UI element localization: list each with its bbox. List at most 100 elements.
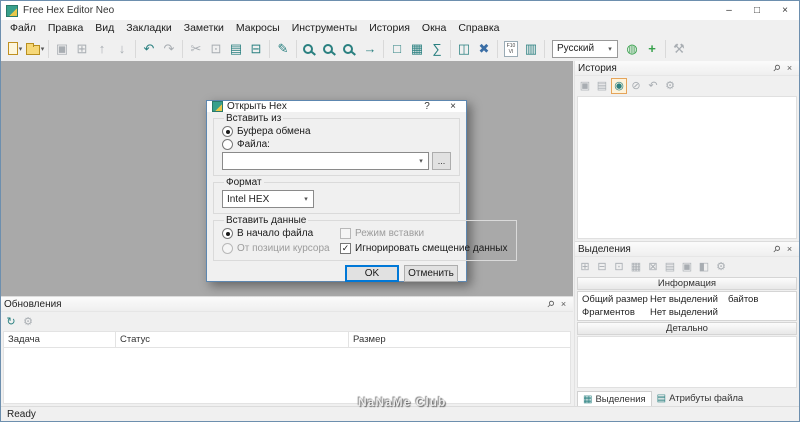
checkbox-ignore-offset-control[interactable]: ✓ (340, 243, 351, 254)
new-file-caret-icon[interactable]: ▾ (19, 45, 23, 53)
close-all-windows-icon[interactable]: ✖ (474, 38, 494, 59)
data-inspector-icon[interactable]: F10 VI (501, 38, 521, 59)
selections-list[interactable] (577, 336, 797, 388)
panel-layout-icon[interactable]: ◫ (454, 38, 474, 59)
cut-icon[interactable]: ✂ (186, 38, 206, 59)
find-all-icon[interactable] (340, 38, 360, 59)
history-pin-icon[interactable]: ⚲ (770, 62, 783, 75)
language-select[interactable]: Русский ▾ (552, 39, 618, 58)
menu-item-bookmarks[interactable]: Закладки (120, 21, 177, 35)
radio-from-cursor-control (222, 243, 233, 254)
ok-button[interactable]: OK (345, 265, 399, 282)
radio-clipboard[interactable]: Буфера обмена (222, 126, 451, 137)
export-icon[interactable]: ↑ (92, 38, 112, 59)
radio-file[interactable]: Файла: (222, 139, 451, 150)
history-close-icon[interactable]: × (783, 62, 796, 75)
minimize-button[interactable]: – (715, 1, 743, 20)
cancel-button[interactable]: Отменить (404, 265, 458, 282)
goto-offset-icon[interactable]: → (360, 38, 380, 59)
column-status[interactable]: Статус (116, 332, 349, 347)
dialog-title-bar[interactable]: Открыть Hex ? × (207, 101, 466, 112)
format-dropdown-icon[interactable]: ▾ (299, 195, 313, 203)
selection-clear-icon[interactable]: ⊠ (645, 259, 661, 275)
tab-selections[interactable]: ▦ Выделения (577, 391, 652, 406)
updates-list[interactable] (4, 348, 570, 403)
save-file-icon[interactable]: ▣ (52, 38, 72, 59)
print-icon[interactable]: ⊟ (246, 38, 266, 59)
paste-icon[interactable]: ▤ (226, 38, 246, 59)
menu-item-view[interactable]: Вид (89, 21, 120, 35)
history-clear-icon[interactable]: ⊘ (628, 78, 644, 94)
menu-item-history[interactable]: История (363, 21, 416, 35)
dialog-help-button[interactable]: ? (414, 101, 440, 112)
find-replace-icon[interactable] (320, 38, 340, 59)
history-load-icon[interactable]: ▤ (594, 78, 610, 94)
selection-save-icon[interactable]: ▣ (679, 259, 695, 275)
history-branches-icon[interactable]: ◉ (611, 77, 627, 94)
globe-icon[interactable]: ◍ (622, 38, 642, 59)
updates-settings-icon[interactable]: ⚙ (20, 314, 36, 330)
history-save-icon[interactable]: ▣ (577, 78, 593, 94)
history-back-icon[interactable]: ↶ (645, 78, 661, 94)
menu-item-windows[interactable]: Окна (416, 21, 452, 35)
history-list[interactable] (577, 96, 797, 239)
browse-file-button[interactable]: ... (432, 152, 451, 170)
details-expander[interactable]: Детально (577, 322, 797, 335)
history-settings-icon[interactable]: ⚙ (662, 78, 678, 94)
dialog-close-button[interactable]: × (440, 101, 466, 112)
selection-settings-icon[interactable]: ⚙ (713, 259, 729, 275)
redo-icon[interactable]: ↷ (159, 38, 179, 59)
selection-invert-icon[interactable]: ⊡ (611, 259, 627, 275)
selection-add-icon[interactable]: ⊞ (577, 259, 593, 275)
undo-icon[interactable]: ↶ (139, 38, 159, 59)
information-header[interactable]: Информация (577, 277, 797, 290)
select-block-icon[interactable]: □ (387, 38, 407, 59)
menu-item-macros[interactable]: Макросы (230, 21, 286, 35)
radio-clipboard-control[interactable] (222, 126, 233, 137)
selections-close-icon[interactable]: × (783, 243, 796, 256)
menu-item-help[interactable]: Справка (452, 21, 505, 35)
new-file-button[interactable]: ▾ (5, 38, 25, 59)
tab-file-attributes[interactable]: ▤ Атрибуты файла (652, 391, 749, 406)
fill-pattern-icon[interactable]: ▦ (407, 38, 427, 59)
close-button[interactable]: × (771, 1, 799, 20)
edit-pencil-icon[interactable]: ✎ (273, 38, 293, 59)
menu-item-tools[interactable]: Инструменты (286, 21, 363, 35)
import-icon[interactable]: ↓ (112, 38, 132, 59)
selections-pin-icon[interactable]: ⚲ (770, 243, 783, 256)
format-select[interactable]: Intel HEX ▾ (222, 190, 314, 208)
checkbox-ignore-offset[interactable]: ✓ Игнорировать смещение данных (340, 243, 508, 254)
open-file-button[interactable]: ▾ (25, 38, 45, 59)
find-icon[interactable] (300, 38, 320, 59)
radio-file-control[interactable] (222, 139, 233, 150)
selection-union-icon[interactable]: ◧ (696, 259, 712, 275)
file-path-combobox[interactable]: ▾ (222, 152, 429, 170)
save-all-icon[interactable]: ⊞ (72, 38, 92, 59)
open-file-caret-icon[interactable]: ▾ (41, 45, 45, 53)
updates-pin-icon[interactable]: ⚲ (544, 298, 557, 311)
selection-load-icon[interactable]: ▤ (662, 259, 678, 275)
settings-tools-icon[interactable]: ⚒ (669, 38, 689, 59)
file-path-dropdown-icon[interactable]: ▾ (414, 157, 428, 165)
menu-item-edit[interactable]: Правка (42, 21, 89, 35)
updates-close-icon[interactable]: × (557, 298, 570, 311)
file-path-row: ▾ ... (222, 152, 451, 170)
column-size[interactable]: Размер (349, 332, 570, 347)
structure-viewer-icon[interactable]: ▥ (521, 38, 541, 59)
column-task[interactable]: Задача (4, 332, 116, 347)
menu-item-file[interactable]: Файл (4, 21, 42, 35)
radio-to-begin-control[interactable] (222, 228, 233, 239)
radio-to-begin[interactable]: В начало файла (222, 228, 336, 239)
add-language-icon[interactable]: + (642, 38, 662, 59)
pin-glyph: ⚲ (770, 242, 783, 255)
selection-select-all-icon[interactable]: ▦ (628, 259, 644, 275)
updates-panel-title: Обновления (4, 298, 62, 310)
check-updates-icon[interactable]: ↻ (3, 314, 19, 330)
maximize-button[interactable]: □ (743, 1, 771, 20)
selection-remove-icon[interactable]: ⊟ (594, 259, 610, 275)
updates-toolbar: ↻ ⚙ (1, 312, 573, 331)
checksum-icon[interactable]: ∑ (427, 38, 447, 59)
menu-item-notes[interactable]: Заметки (178, 21, 230, 35)
language-dropdown-icon[interactable]: ▾ (603, 45, 617, 53)
copy-icon[interactable]: ⊡ (206, 38, 226, 59)
